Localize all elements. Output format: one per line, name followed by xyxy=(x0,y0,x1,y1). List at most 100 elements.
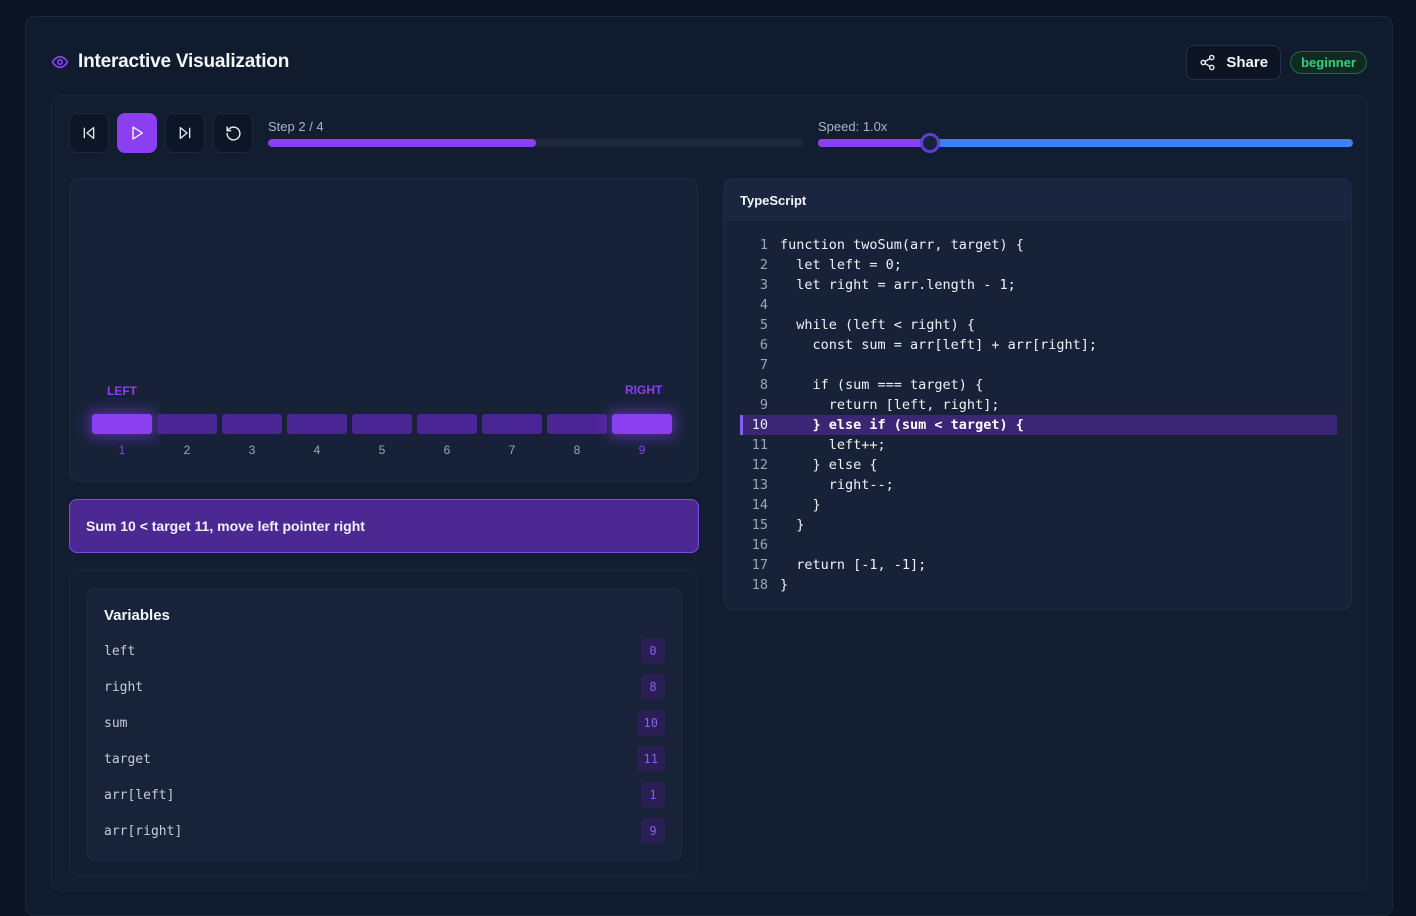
step-back-button[interactable] xyxy=(69,113,109,153)
array-cell: 7 xyxy=(482,414,542,457)
code-line: 16 xyxy=(740,535,1337,555)
code-line: 5 while (left < right) { xyxy=(740,315,1337,335)
variable-name: right xyxy=(104,679,144,695)
left-pointer-label: LEFT xyxy=(107,384,137,398)
code-text: function twoSum(arr, target) { xyxy=(780,237,1024,253)
line-number: 5 xyxy=(759,317,768,333)
variable-row: arr[right] 9 xyxy=(104,817,665,845)
array-cell-index: 4 xyxy=(313,443,321,457)
code-line: 11 left++; xyxy=(740,435,1337,455)
variable-row: right 8 xyxy=(104,673,665,701)
line-number: 11 xyxy=(751,437,768,453)
array-cell-index: 3 xyxy=(248,443,256,457)
line-number: 15 xyxy=(751,517,768,533)
array-cell-box xyxy=(352,414,412,434)
code-text: } else { xyxy=(780,457,878,473)
reset-icon xyxy=(225,125,242,142)
step-label: Step 2 / 4 xyxy=(268,119,324,134)
line-number: 14 xyxy=(751,497,768,513)
step-message: Sum 10 < target 11, move left pointer ri… xyxy=(69,499,699,553)
code-line: 12 } else { xyxy=(740,455,1337,475)
code-line: 7 xyxy=(740,355,1337,375)
right-pointer-label: RIGHT xyxy=(625,383,663,397)
array-cell-index: 1 xyxy=(118,443,126,457)
play-icon xyxy=(129,125,145,141)
code-text: while (left < right) { xyxy=(780,317,976,333)
line-number: 17 xyxy=(751,557,768,573)
line-number: 4 xyxy=(759,297,768,313)
array-cell-box xyxy=(417,414,477,434)
speed-label: Speed: 1.0x xyxy=(818,119,888,134)
array-cell-box xyxy=(547,414,607,434)
array-cell-index: 2 xyxy=(183,443,191,457)
array-cell-box xyxy=(612,414,672,434)
code-text: right--; xyxy=(780,477,894,493)
code-line: 18} xyxy=(740,575,1337,595)
variable-value: 8 xyxy=(641,674,665,700)
share-button[interactable]: Share xyxy=(1186,44,1282,80)
array-cell-index: 6 xyxy=(443,443,451,457)
code-text: let left = 0; xyxy=(780,257,902,273)
array-cell: 9 xyxy=(612,414,672,457)
line-number: 3 xyxy=(759,277,768,293)
share-icon xyxy=(1199,54,1216,71)
variable-value: 1 xyxy=(641,782,665,808)
line-number: 16 xyxy=(751,537,768,553)
line-number: 18 xyxy=(751,577,768,593)
variable-value: 11 xyxy=(636,746,665,772)
array-cells: 1 2 3 4 5 6 7 8 9 xyxy=(92,414,672,457)
variables-panel: Variables left 0 right 8 sum 10 target 11 arr[le… xyxy=(87,588,682,861)
line-number: 8 xyxy=(759,377,768,393)
array-cell: 6 xyxy=(417,414,477,457)
code-line: 9 return [left, right]; xyxy=(740,395,1337,415)
array-cell-box xyxy=(92,414,152,434)
variable-name: arr[left] xyxy=(104,787,175,803)
visualizer-window: Interactive Visualization Share beginner xyxy=(25,16,1393,916)
page-title: Interactive Visualization xyxy=(78,51,290,72)
code-listing: 1 function twoSum(arr, target) { 2 let lef… xyxy=(740,235,1337,595)
step-progress-fill xyxy=(268,139,536,147)
line-number: 1 xyxy=(759,237,768,253)
array-cell: 3 xyxy=(222,414,282,457)
array-visualization: LEFT RIGHT 1 2 3 4 5 6 7 8 9 xyxy=(69,178,698,482)
line-number: 7 xyxy=(759,357,768,373)
step-forward-button[interactable] xyxy=(165,113,205,153)
line-number: 2 xyxy=(759,257,768,273)
code-language-label: TypeScript xyxy=(740,192,807,208)
array-cell: 1 xyxy=(92,414,152,457)
code-text: } xyxy=(780,517,805,533)
level-badge: beginner xyxy=(1290,50,1367,74)
skip-back-icon xyxy=(81,125,97,141)
variable-row: arr[left] 1 xyxy=(104,781,665,809)
array-cell-box xyxy=(482,414,542,434)
code-line-current: 10 } else if (sum < target) { xyxy=(740,415,1337,435)
speed-slider-thumb[interactable] xyxy=(920,133,941,153)
array-cell-box xyxy=(287,414,347,434)
code-line: 8 if (sum === target) { xyxy=(740,375,1337,395)
speed-slider[interactable] xyxy=(818,133,1353,153)
code-text: return [left, right]; xyxy=(780,397,1000,413)
code-line: 4 xyxy=(740,295,1337,315)
variable-value: 0 xyxy=(641,638,665,664)
code-text: const sum = arr[left] + arr[right]; xyxy=(780,337,1097,353)
play-button[interactable] xyxy=(117,113,157,153)
code-line: 6 const sum = arr[left] + arr[right]; xyxy=(740,335,1337,355)
line-number: 6 xyxy=(759,337,768,353)
variable-name: target xyxy=(104,751,151,767)
step-progress-bar[interactable] xyxy=(268,139,803,147)
line-number: 13 xyxy=(751,477,768,493)
array-cell-index: 8 xyxy=(573,443,581,457)
line-number: 9 xyxy=(759,397,768,413)
variable-name: arr[right] xyxy=(104,823,183,839)
header-actions: Share beginner xyxy=(1186,44,1367,80)
variables-title: Variables xyxy=(104,607,170,624)
reset-button[interactable] xyxy=(213,113,253,153)
variable-name: sum xyxy=(104,715,128,731)
code-text: if (sum === target) { xyxy=(780,377,984,393)
variable-row: target 11 xyxy=(104,745,665,773)
array-cell-box xyxy=(157,414,217,434)
visualization-stage: Step 2 / 4 Speed: 1.0x LEFT RIGHT 1 2 3 4 5 6… xyxy=(51,95,1368,891)
code-line: 2 let left = 0; xyxy=(740,255,1337,275)
title-group: Interactive Visualization xyxy=(51,51,289,73)
code-line: 13 right--; xyxy=(740,475,1337,495)
